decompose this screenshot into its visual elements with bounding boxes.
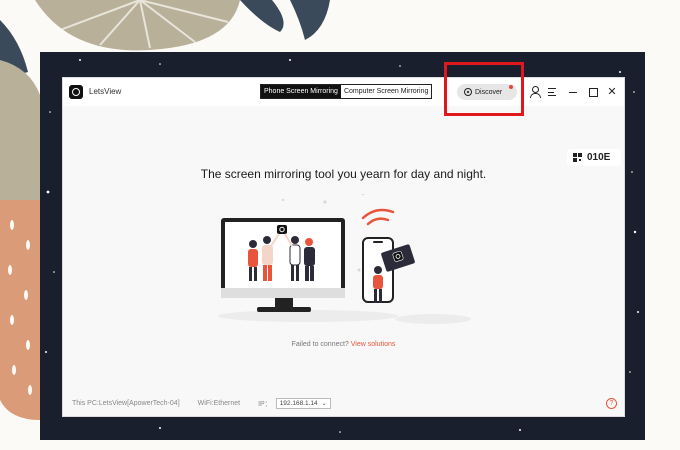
app-window: LetsView Phone Screen Mirroring Computer…	[62, 77, 625, 417]
peach-leaf-shape	[0, 200, 40, 420]
connection-help: Failed to connect? View solutions	[63, 341, 624, 348]
help-icon[interactable]: ?	[606, 398, 617, 409]
tagline: The screen mirroring tool you yearn for …	[200, 167, 487, 181]
mode-tabs: Phone Screen Mirroring Computer Screen M…	[260, 84, 433, 99]
menu-icon[interactable]	[545, 85, 559, 99]
qr-code-icon	[573, 153, 582, 162]
maximize-icon[interactable]	[586, 85, 600, 99]
ip-label: IP：	[258, 400, 272, 408]
title-bar: LetsView Phone Screen Mirroring Computer…	[63, 78, 624, 106]
discover-highlight-box	[444, 62, 524, 116]
ip-select[interactable]: 192.168.1.14 ⌄	[275, 398, 331, 409]
pc-name-label: This PC:LetsView[ApowerTech-04]	[72, 400, 180, 407]
connection-code-badge[interactable]: 010E	[567, 149, 621, 166]
minimize-icon[interactable]	[566, 85, 580, 99]
wifi-label: WiFi:Ethernet	[197, 400, 241, 407]
app-name: LetsView	[89, 87, 122, 96]
app-logo-icon	[69, 85, 83, 99]
connection-code: 010E	[587, 152, 611, 163]
mirroring-illustration	[218, 194, 471, 324]
close-icon[interactable]: ✕	[605, 85, 619, 99]
chevron-down-icon: ⌄	[321, 401, 327, 407]
status-footer: This PC:LetsView[ApowerTech-04] WiFi:Eth…	[72, 398, 331, 409]
user-icon[interactable]	[528, 85, 542, 99]
ip-value: 192.168.1.14	[279, 400, 318, 407]
view-solutions-link[interactable]: View solutions	[351, 341, 396, 348]
failed-text: Failed to connect?	[291, 341, 349, 348]
tab-computer-screen-mirroring[interactable]: Computer Screen Mirroring	[340, 85, 432, 98]
tab-phone-screen-mirroring[interactable]: Phone Screen Mirroring	[261, 85, 341, 98]
